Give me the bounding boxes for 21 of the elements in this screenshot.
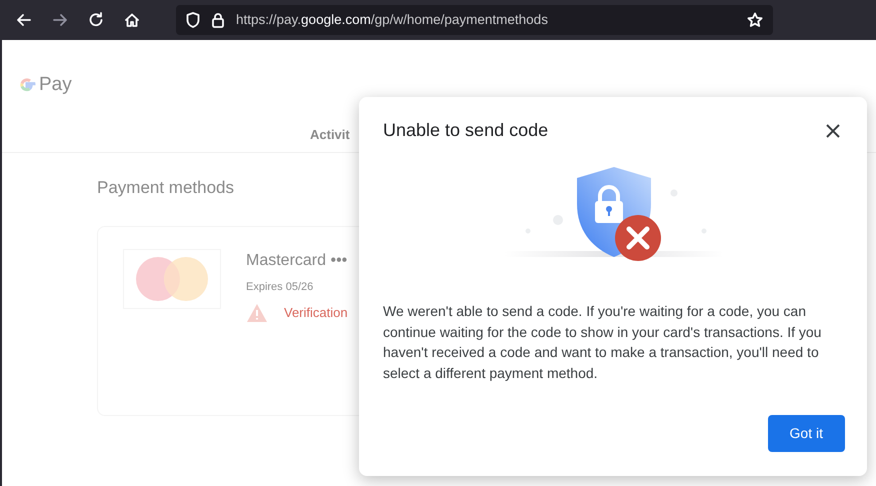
- close-icon: [825, 123, 841, 139]
- dialog-message: We weren't able to send a code. If you're waiting for a code, you can continue waiting for the code to show in your card's transactions. If you haven't received a code and want to make a transaction, you'll need to select a different payment method.: [383, 302, 822, 383]
- got-it-button[interactable]: Got it: [768, 415, 845, 452]
- warning-icon: [246, 303, 268, 323]
- verification-status: Verification: [284, 304, 348, 322]
- forward-arrow-icon: [52, 12, 68, 28]
- home-icon: [124, 12, 140, 28]
- dialog-title: Unable to send code: [383, 120, 548, 142]
- lock-icon: [212, 12, 224, 28]
- back-arrow-icon: [16, 12, 32, 28]
- tab[interactable]: Activit: [310, 124, 350, 144]
- logo-text: Pay: [39, 72, 72, 97]
- mastercard-logo-icon: [135, 256, 209, 302]
- star-icon[interactable]: [747, 12, 763, 28]
- url-text: https://pay.google.com/gp/w/home/paymentmethods: [236, 10, 548, 29]
- card-name: Mastercard •••: [246, 250, 348, 270]
- section-heading: Payment methods: [97, 177, 236, 199]
- address-bar[interactable]: https://pay.google.com/gp/w/home/paymentmethods: [176, 5, 773, 35]
- reload-icon: [88, 12, 104, 28]
- shield-icon: [186, 12, 200, 28]
- expiry-date: Expires 05/26: [246, 280, 314, 294]
